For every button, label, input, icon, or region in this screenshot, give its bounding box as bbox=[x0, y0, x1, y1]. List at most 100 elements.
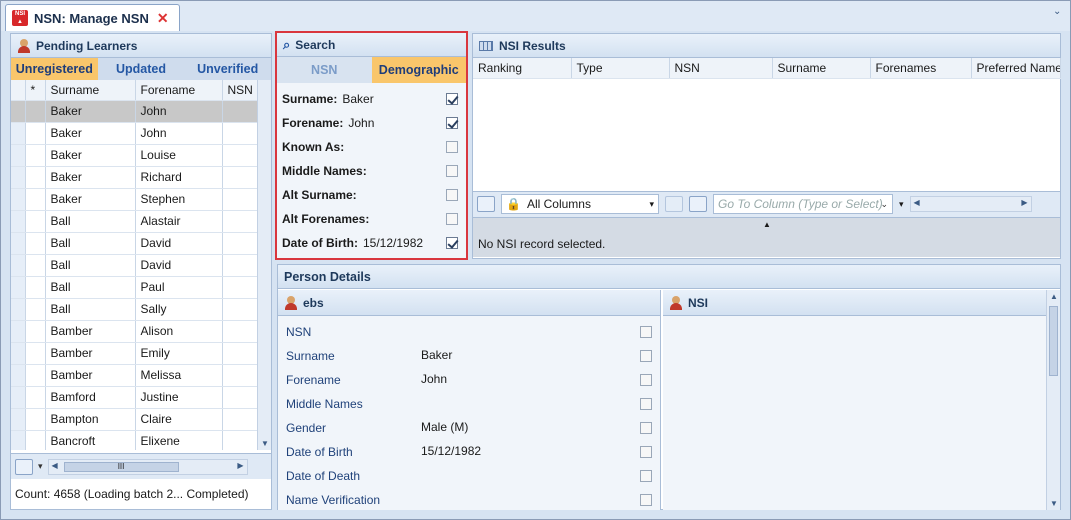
scroll-up-icon[interactable]: ▲ bbox=[1050, 292, 1058, 301]
row-cell-star bbox=[25, 276, 46, 299]
tab-unverified[interactable]: Unverified bbox=[184, 58, 271, 80]
document-tab-manage-nsn[interactable]: NSI ▲ NSN: Manage NSN ✕ bbox=[5, 4, 180, 31]
col-header-nsn[interactable]: NSN bbox=[222, 80, 260, 101]
tab-updated[interactable]: Updated bbox=[98, 58, 185, 80]
chevron-down-icon[interactable]: ⌄ bbox=[880, 199, 888, 210]
row-indicator[interactable] bbox=[11, 166, 26, 189]
row-indicator[interactable] bbox=[11, 210, 26, 233]
goto-column-input[interactable]: Go To Column (Type or Select) ⌄ bbox=[713, 194, 893, 214]
row-indicator[interactable] bbox=[11, 188, 26, 211]
columns-select[interactable]: 🔒 All Columns ▾ bbox=[501, 194, 659, 214]
chevron-down-icon[interactable]: ▾ bbox=[649, 199, 654, 210]
export-results-icon[interactable] bbox=[477, 196, 495, 212]
results-col-header[interactable]: NSN bbox=[669, 58, 773, 79]
row-indicator[interactable] bbox=[11, 232, 26, 255]
tab-unregistered[interactable]: Unregistered bbox=[11, 58, 98, 80]
tab-demographic[interactable]: Demographic bbox=[371, 57, 466, 83]
vertical-scroll-thumb[interactable] bbox=[1049, 306, 1058, 376]
column-chooser-icon[interactable] bbox=[665, 196, 683, 212]
pending-learners-header: Pending Learners bbox=[11, 34, 271, 58]
row-cell-forename: Paul bbox=[135, 276, 223, 299]
search-field-row: Forename: John bbox=[277, 111, 466, 135]
filter-menu-icon[interactable]: ▾ bbox=[38, 461, 43, 472]
search-field-checkbox[interactable] bbox=[446, 165, 458, 177]
table-row[interactable]: Ball David bbox=[11, 254, 260, 277]
search-field-checkbox[interactable] bbox=[446, 93, 458, 105]
person-field-checkbox[interactable] bbox=[640, 494, 652, 506]
search-field-row: Date of Birth: 15/12/1982 bbox=[277, 231, 466, 255]
results-col-header[interactable]: Ranking bbox=[473, 58, 572, 79]
search-field-checkbox[interactable] bbox=[446, 117, 458, 129]
results-col-header[interactable]: Preferred Name bbox=[971, 58, 1061, 79]
close-tab-icon[interactable]: ✕ bbox=[157, 10, 169, 27]
person-field-checkbox[interactable] bbox=[640, 374, 652, 386]
row-cell-forename: Elixene bbox=[135, 430, 223, 450]
person-field-checkbox[interactable] bbox=[640, 422, 652, 434]
col-header-forename[interactable]: Forename bbox=[135, 80, 223, 101]
search-field-row: Alt Surname: bbox=[277, 183, 466, 207]
horizontal-scroll-thumb[interactable]: III bbox=[63, 461, 179, 472]
row-indicator[interactable] bbox=[11, 386, 26, 409]
table-row[interactable]: Baker Stephen bbox=[11, 188, 260, 211]
col-header-surname[interactable]: Surname bbox=[45, 80, 136, 101]
row-indicator[interactable] bbox=[11, 254, 26, 277]
table-row[interactable]: Ball Alastair bbox=[11, 210, 260, 233]
table-row[interactable]: Ball Sally bbox=[11, 298, 260, 321]
filter-menu-icon[interactable]: ▾ bbox=[899, 199, 904, 210]
scroll-right-icon[interactable]: ▶ bbox=[237, 461, 243, 470]
table-row[interactable]: Baker Louise bbox=[11, 144, 260, 167]
search-field-checkbox[interactable] bbox=[446, 141, 458, 153]
search-field-checkbox[interactable] bbox=[446, 213, 458, 225]
row-cell-surname: Bamber bbox=[45, 364, 136, 387]
scroll-down-icon[interactable]: ▼ bbox=[1050, 499, 1058, 508]
results-horizontal-scrollbar[interactable]: ◀ ▶ bbox=[909, 196, 1032, 212]
table-row[interactable]: Bamber Emily bbox=[11, 342, 260, 365]
col-header-star[interactable]: * bbox=[25, 80, 46, 101]
results-col-header[interactable]: Type bbox=[571, 58, 670, 79]
scroll-left-icon[interactable]: ◀ bbox=[914, 198, 920, 207]
scroll-right-icon[interactable]: ▶ bbox=[1021, 198, 1027, 207]
row-indicator[interactable] bbox=[11, 408, 26, 431]
row-indicator[interactable] bbox=[11, 276, 26, 299]
pending-horizontal-scrollbar[interactable]: ◀ III ▶ bbox=[47, 458, 248, 475]
row-cell-star bbox=[25, 122, 46, 145]
export-grid-icon[interactable] bbox=[15, 458, 33, 475]
chevron-down-icon[interactable]: ⌄ bbox=[1053, 6, 1065, 17]
table-row[interactable]: Baker Richard bbox=[11, 166, 260, 189]
table-row[interactable]: Bampton Claire bbox=[11, 408, 260, 431]
table-row[interactable]: Ball Paul bbox=[11, 276, 260, 299]
results-col-header[interactable]: Forenames bbox=[870, 58, 972, 79]
collapse-up-icon[interactable]: ▲ bbox=[763, 220, 771, 229]
row-indicator[interactable] bbox=[11, 122, 26, 145]
table-row[interactable]: Bamber Melissa bbox=[11, 364, 260, 387]
row-indicator[interactable] bbox=[11, 430, 26, 450]
results-col-header[interactable]: Surname bbox=[772, 58, 871, 79]
row-indicator[interactable] bbox=[11, 342, 26, 365]
person-field-checkbox[interactable] bbox=[640, 326, 652, 338]
search-field-row: Alt Forenames: bbox=[277, 207, 466, 231]
row-indicator[interactable] bbox=[11, 364, 26, 387]
table-row[interactable]: Bamber Alison bbox=[11, 320, 260, 343]
table-row[interactable]: Ball David bbox=[11, 232, 260, 255]
pending-vertical-scrollbar[interactable]: ▼ bbox=[257, 80, 271, 450]
table-row[interactable]: Bancroft Elixene bbox=[11, 430, 260, 450]
edit-columns-icon[interactable] bbox=[689, 196, 707, 212]
person-field-checkbox[interactable] bbox=[640, 446, 652, 458]
scroll-down-icon[interactable]: ▼ bbox=[261, 439, 269, 448]
scroll-left-icon[interactable]: ◀ bbox=[52, 461, 58, 470]
search-field-label: Known As: bbox=[282, 140, 345, 154]
row-indicator[interactable] bbox=[11, 100, 26, 123]
person-vertical-scrollbar[interactable]: ▲ ▼ bbox=[1046, 290, 1060, 510]
person-field-checkbox[interactable] bbox=[640, 470, 652, 482]
table-row[interactable]: Bamford Justine bbox=[11, 386, 260, 409]
search-field-checkbox[interactable] bbox=[446, 237, 458, 249]
table-row[interactable]: Baker John bbox=[11, 100, 260, 123]
table-row[interactable]: Baker John bbox=[11, 122, 260, 145]
person-field-checkbox[interactable] bbox=[640, 398, 652, 410]
person-field-checkbox[interactable] bbox=[640, 350, 652, 362]
tab-nsn[interactable]: NSN bbox=[277, 57, 372, 83]
search-field-checkbox[interactable] bbox=[446, 189, 458, 201]
row-indicator[interactable] bbox=[11, 298, 26, 321]
row-indicator[interactable] bbox=[11, 320, 26, 343]
row-indicator[interactable] bbox=[11, 144, 26, 167]
